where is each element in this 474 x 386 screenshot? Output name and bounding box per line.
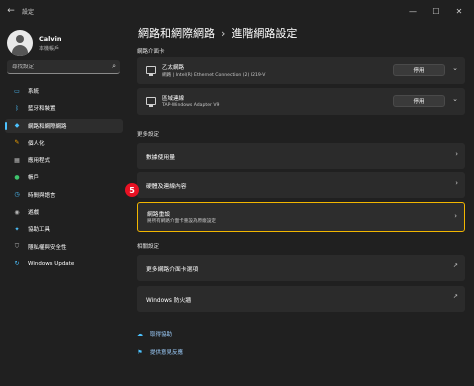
sidebar-item-5[interactable]: ● 帳戶 [5, 170, 123, 184]
chevron-down-icon[interactable]: ⌄ [452, 95, 458, 103]
sidebar: Calvin 本機帳戶 ⌕ ▭ 系統 ᛒ 藍牙和裝置 ◆ 網路和網際網路 ✎ 個人化 ▦ 應用程式… [0, 22, 128, 386]
adapter-name: 區域連線 [162, 96, 185, 102]
shield-icon: ⛉ [14, 242, 20, 250]
avatar [7, 30, 33, 56]
sidebar-nav: ▭ 系統 ᛒ 藍牙和裝置 ◆ 網路和網際網路 ✎ 個人化 ▦ 應用程式 ● 帳戶 ◷ 時間與語言 ◉ 遊戲 ✦ 協… [5, 84, 123, 274]
apps-icon: ▦ [14, 156, 20, 164]
chevron-right-icon: › [454, 212, 457, 220]
search-icon[interactable]: ⌕ [112, 62, 116, 71]
disable-button[interactable]: 停用 [393, 64, 445, 76]
hardware-properties-row[interactable]: 硬體及連線內容 › [137, 172, 465, 198]
chevron-right-icon: › [455, 179, 458, 187]
adapter-name: 乙太網路 [162, 65, 185, 71]
row-title: 網路重設 [147, 212, 171, 218]
network-adapter-icon [146, 97, 156, 107]
page-title: 進階網路設定 [231, 27, 298, 40]
sidebar-item-0[interactable]: ▭ 系統 [5, 84, 123, 98]
sidebar-item-label: 協助工具 [28, 227, 51, 234]
wifi-icon: ◆ [14, 122, 20, 130]
network-reset-row[interactable]: 網路重設 將所有網路介面卡重設為原廠設定 › [137, 202, 465, 232]
profile-name: Calvin [39, 34, 62, 43]
breadcrumb: 網路和網際網路 › 進階網路設定 [138, 24, 297, 42]
sidebar-item-label: 個人化 [28, 140, 45, 147]
settings-window: ← 設定 — ☐ ✕ Calvin 本機帳戶 ⌕ ▭ 系統 ᛒ 藍牙和裝置 ◆ 網路和網際… [0, 0, 474, 386]
link-label[interactable]: 取得協助 [150, 330, 172, 338]
search-box[interactable]: ⌕ [7, 60, 120, 74]
sidebar-item-label: 遊戲 [28, 210, 40, 217]
breadcrumb-separator: › [221, 26, 226, 40]
globe-clock-icon: ◷ [14, 191, 20, 199]
adapter-description: 網路 | Intel(R) Ethernet Connection (2) I2… [162, 73, 266, 78]
section-related-label: 相關設定 [137, 244, 160, 250]
adapter-card-ethernet[interactable]: 乙太網路 網路 | Intel(R) Ethernet Connection (… [137, 57, 465, 84]
sidebar-item-label: 時間與語言 [28, 192, 56, 199]
sidebar-item-label: Windows Update [28, 260, 75, 267]
feedback-icon: ⚑ [137, 348, 143, 356]
maximize-button[interactable]: ☐ [425, 0, 447, 22]
breadcrumb-parent[interactable]: 網路和網際網路 [138, 25, 215, 41]
row-title: 更多網路介面卡選項 [146, 267, 199, 273]
get-help-link[interactable]: ☁ 取得協助 [136, 328, 183, 340]
sidebar-item-label: 隱私權與安全性 [28, 244, 67, 251]
app-title: 設定 [22, 8, 35, 16]
sidebar-item-3[interactable]: ✎ 個人化 [5, 136, 123, 150]
external-link-icon: ↗ [452, 262, 458, 269]
update-icon: ↻ [14, 260, 20, 268]
step-number-badge: 5 [125, 183, 139, 197]
external-link-icon: ↗ [452, 293, 458, 300]
adapter-description: TAP-Windows Adapter V9 [162, 103, 220, 108]
profile[interactable]: Calvin 本機帳戶 [7, 26, 125, 60]
data-usage-row[interactable]: 數據使用量 › [137, 143, 465, 169]
link-label[interactable]: 提供意見反應 [150, 348, 183, 356]
sidebar-item-2[interactable]: ◆ 網路和網際網路 [5, 118, 123, 133]
sidebar-item-1[interactable]: ᛒ 藍牙和裝置 [5, 101, 123, 115]
adapter-card-local[interactable]: 區域連線 TAP-Windows Adapter V9 停用 ⌄ [137, 88, 465, 115]
sidebar-item-label: 應用程式 [28, 158, 51, 165]
minimize-button[interactable]: — [402, 0, 424, 22]
more-adapter-options-row[interactable]: 更多網路介面卡選項 ↗ [137, 255, 465, 281]
network-adapter-icon [146, 66, 156, 76]
chevron-right-icon: › [455, 150, 458, 158]
row-title: Windows 防火牆 [146, 298, 192, 304]
sidebar-item-6[interactable]: ◷ 時間與語言 [5, 188, 123, 202]
sidebar-item-label: 帳戶 [28, 175, 40, 182]
row-description: 將所有網路介面卡重設為原廠設定 [147, 219, 216, 224]
close-button[interactable]: ✕ [448, 0, 470, 22]
footer-links: ☁ 取得協助 ⚑ 提供意見反應 [136, 328, 183, 364]
section-adapters-label: 網路介面卡 [137, 49, 165, 55]
accessibility-icon: ✦ [14, 225, 20, 233]
bluetooth-icon: ᛒ [15, 104, 19, 112]
sidebar-item-10[interactable]: ↻ Windows Update [5, 257, 123, 271]
sidebar-item-9[interactable]: ⛉ 隱私權與安全性 [5, 240, 123, 254]
monitor-icon: ▭ [14, 87, 20, 95]
person-icon: ● [14, 173, 20, 181]
disable-button[interactable]: 停用 [393, 95, 445, 107]
sidebar-item-4[interactable]: ▦ 應用程式 [5, 153, 123, 167]
brush-icon: ✎ [14, 139, 20, 147]
sidebar-item-label: 系統 [28, 89, 40, 95]
profile-account-type: 本機帳戶 [39, 45, 60, 52]
search-input[interactable] [12, 63, 107, 70]
sidebar-item-8[interactable]: ✦ 協助工具 [5, 222, 123, 236]
give-feedback-link[interactable]: ⚑ 提供意見反應 [136, 346, 183, 358]
row-title: 硬體及連線內容 [146, 184, 187, 190]
back-arrow-icon[interactable]: ← [0, 0, 22, 22]
section-more-label: 更多設定 [137, 132, 160, 138]
row-title: 數據使用量 [146, 155, 175, 161]
sidebar-item-label: 藍牙和裝置 [28, 106, 56, 113]
help-icon: ☁ [137, 330, 143, 338]
sidebar-item-7[interactable]: ◉ 遊戲 [5, 205, 123, 219]
windows-firewall-row[interactable]: Windows 防火牆 ↗ [137, 286, 465, 312]
sidebar-item-label: 網路和網際網路 [28, 123, 67, 130]
chevron-down-icon[interactable]: ⌄ [452, 64, 458, 72]
gamepad-icon: ◉ [14, 208, 20, 216]
